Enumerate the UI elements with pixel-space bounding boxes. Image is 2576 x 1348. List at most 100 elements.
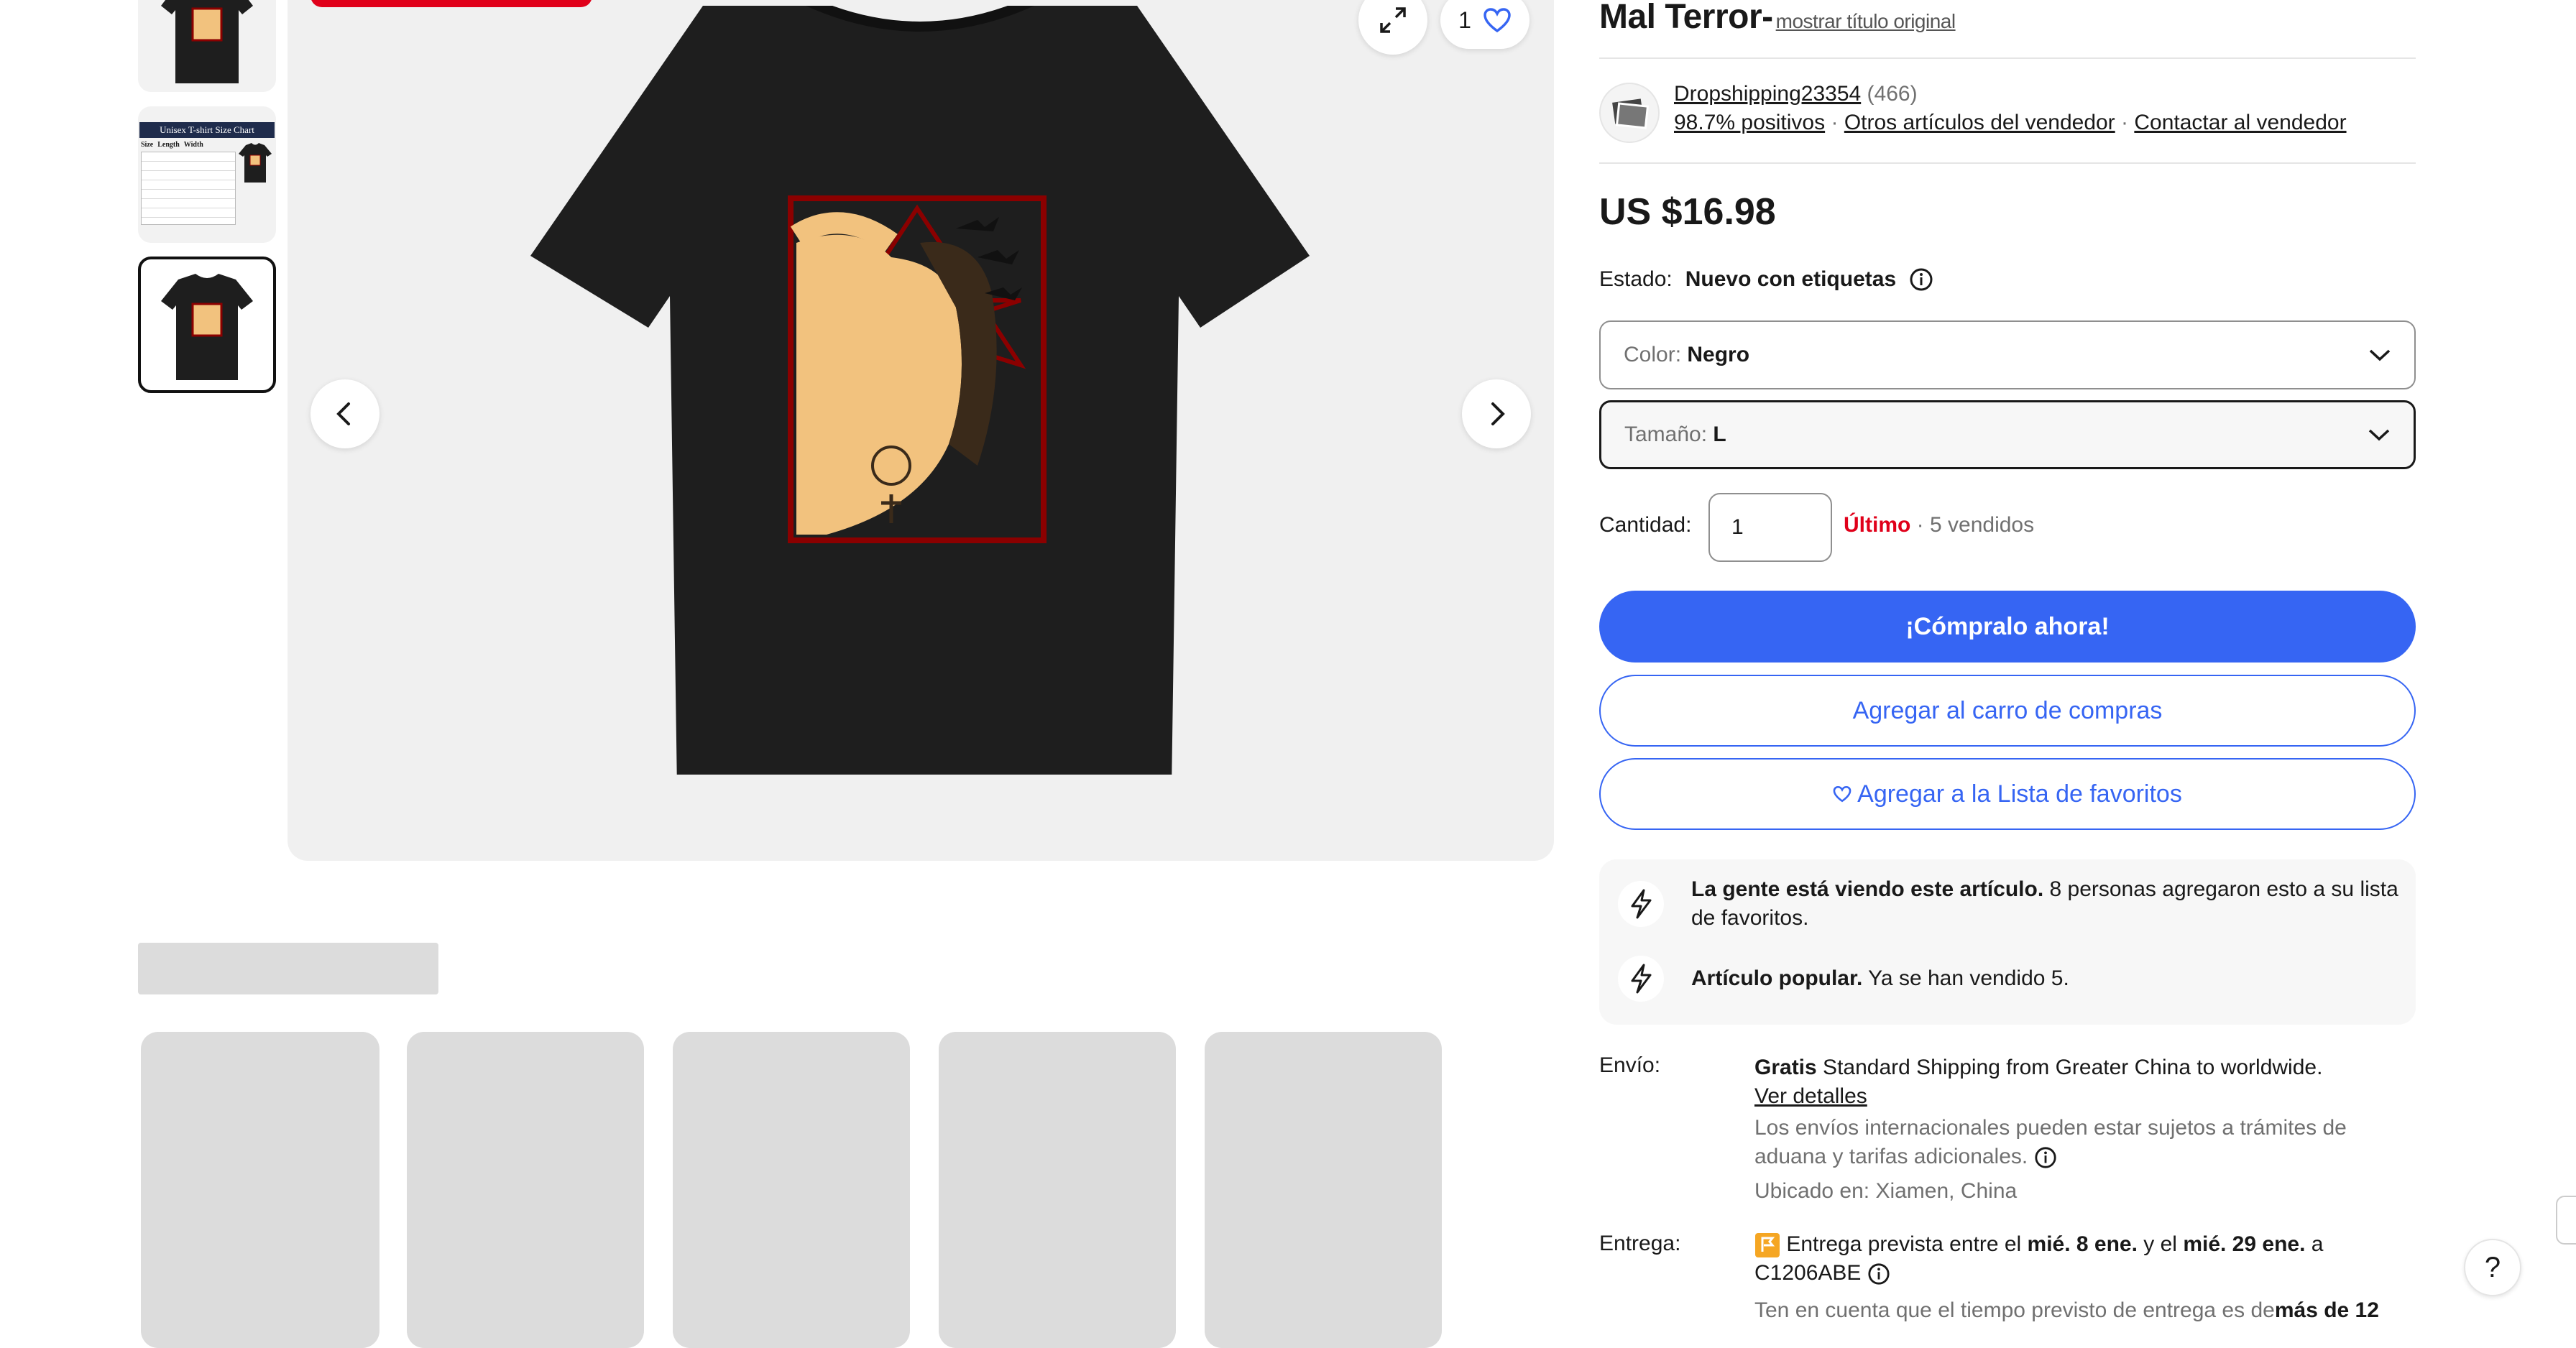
sold-count: · 5 vendidos (1916, 513, 2035, 537)
delivery-label: Entrega: (1599, 1232, 1681, 1255)
separator: · (2121, 111, 2129, 134)
condition-value: Nuevo con etiquetas (1685, 267, 1897, 291)
delivery-mid: y el (2137, 1232, 2184, 1256)
quantity-input[interactable]: 1 (1708, 493, 1832, 562)
add-to-cart-button[interactable]: Agregar al carro de compras (1599, 675, 2416, 747)
lightning-icon (1631, 964, 1652, 994)
divider (1599, 162, 2416, 164)
size-chart-col: Width (183, 141, 203, 149)
separator: · (1831, 111, 1839, 134)
shirt-thumbnail-image (161, 274, 253, 380)
delivery-date-start: mié. 8 ene. (2027, 1232, 2138, 1256)
item-title-text: Mal Terror- (1599, 0, 1773, 36)
size-select[interactable]: Tamaño: L (1599, 400, 2416, 469)
thumbnail-size-chart[interactable]: Unisex T-shirt Size Chart Size Length Wi… (138, 106, 276, 243)
seller-other-items-link[interactable]: Otros artículos del vendedor (1844, 111, 2115, 134)
card-skeleton (939, 1032, 1176, 1348)
seller-links-row: 98.7% positivos · Otros artículos del ve… (1674, 111, 2347, 135)
info-icon[interactable] (1909, 267, 1933, 292)
customs-note: Los envíos internacionales pueden estar … (1754, 1114, 2416, 1171)
shipping-service: Standard Shipping from Greater China to … (1816, 1056, 2323, 1079)
contact-seller-link[interactable]: Contactar al vendedor (2134, 111, 2346, 134)
size-chart-table: Size Length Width (141, 141, 236, 227)
delivery-details: Entrega prevista entre el mié. 8 ene. y … (1754, 1230, 2416, 1325)
delivery-postal-code: C1206ABE (1754, 1261, 1862, 1285)
item-price: US $16.98 (1599, 191, 1776, 233)
seller-positive-link[interactable]: 98.7% positivos (1674, 111, 1825, 134)
size-select-label: Tamaño: (1624, 423, 1708, 446)
seller-name-row: Dropshipping23354 (466) (1674, 82, 1918, 106)
chevron-down-icon (2368, 429, 2390, 441)
seller-photo-icon (1612, 98, 1650, 129)
delivery-line: Entrega prevista entre el mié. 8 ene. y … (1754, 1230, 2416, 1259)
seller-name-link[interactable]: Dropshipping23354 (1674, 82, 1861, 106)
quantity-value: 1 (1731, 515, 1744, 539)
size-select-value: L (1713, 423, 1726, 446)
watch-count: 1 (1458, 6, 1471, 33)
signal-icon-wrap (1618, 881, 1664, 927)
condition-row: Estado: Nuevo con etiquetas (1599, 267, 1933, 292)
delivery-date-end: mié. 29 ene. (2183, 1232, 2306, 1256)
thumbnail-shirt-front[interactable] (138, 0, 276, 92)
buy-now-button[interactable]: ¡Cómpralo ahora! (1599, 591, 2416, 663)
add-to-watchlist-label: Agregar a la Lista de favoritos (1857, 780, 2182, 808)
lightning-icon (1631, 889, 1652, 919)
shipping-label: Envío: (1599, 1053, 1661, 1077)
card-skeleton (673, 1032, 910, 1348)
delivery-note-bold: más de 12 (2274, 1298, 2379, 1322)
tshirt-image (530, 6, 1310, 775)
main-product-image[interactable]: 1 (288, 0, 1554, 861)
shipping-free: Gratis (1754, 1056, 1817, 1079)
gallery-prev-button[interactable] (310, 379, 380, 448)
delivery-pre: Entrega prevista entre el (1786, 1232, 2028, 1256)
chevron-left-icon (336, 402, 350, 425)
gallery-next-button[interactable] (1462, 379, 1531, 448)
signal-text: La gente está viendo este artículo. 8 pe… (1691, 875, 2403, 933)
delivery-postal-row: C1206ABE (1754, 1259, 2416, 1288)
shipping-line: Gratis Standard Shipping from Greater Ch… (1754, 1053, 2416, 1082)
quantity-label: Cantidad: (1599, 513, 1692, 537)
shipping-details: Gratis Standard Shipping from Greater Ch… (1754, 1053, 2416, 1206)
condition-label: Estado: (1599, 267, 1673, 291)
help-button[interactable]: ? (2464, 1239, 2521, 1296)
size-chart-col: Length (157, 141, 180, 149)
signal-bold: La gente está viendo este artículo. (1691, 877, 2044, 901)
signal-bold: Artículo popular. (1691, 966, 1863, 990)
size-chart-shirt-image (239, 143, 272, 183)
last-item-label: Último (1844, 513, 1911, 537)
shirt-thumbnail-image (161, 0, 253, 83)
expand-image-button[interactable] (1358, 0, 1427, 55)
signal-text: Artículo popular. Ya se han vendido 5. (1691, 964, 2403, 993)
size-chart-title: Unisex T-shirt Size Chart (139, 122, 275, 138)
info-icon[interactable] (1867, 1262, 1890, 1285)
chevron-right-icon (1491, 402, 1505, 425)
color-select-label: Color: (1624, 343, 1682, 366)
section-title-skeleton (138, 943, 438, 994)
promo-badge (310, 0, 592, 7)
thumbnail-shirt-front-selected[interactable] (138, 257, 276, 393)
card-skeleton (141, 1032, 380, 1348)
see-details-link[interactable]: Ver detalles (1754, 1084, 1867, 1108)
chevron-down-icon (2369, 349, 2391, 361)
urgency-signals: La gente está viendo este artículo. 8 pe… (1599, 859, 2416, 1025)
delivery-flag-icon (1755, 1233, 1780, 1258)
feedback-tab[interactable] (2556, 1196, 2576, 1245)
card-skeleton (1205, 1032, 1442, 1348)
size-chart-col: Size (141, 141, 154, 149)
show-original-title-link[interactable]: mostrar título original (1776, 10, 1956, 32)
delivery-note-text: Ten en cuenta que el tiempo previsto de … (1754, 1298, 2275, 1322)
item-title: Mal Terror-mostrar título original (1599, 0, 1956, 37)
color-select-value: Negro (1687, 343, 1750, 366)
info-icon[interactable] (2034, 1146, 2057, 1169)
signal-detail: Ya se han vendido 5. (1862, 966, 2069, 990)
shipping-details-link-row: Ver detalles (1754, 1082, 2416, 1111)
add-to-watchlist-button[interactable]: Agregar a la Lista de favoritos (1599, 758, 2416, 830)
heart-icon (1484, 8, 1511, 33)
availability-row: Último · 5 vendidos (1844, 513, 2034, 537)
watch-count-button[interactable]: 1 (1440, 0, 1530, 49)
delivery-note: Ten en cuenta que el tiempo previsto de … (1754, 1296, 2416, 1325)
color-select[interactable]: Color: Negro (1599, 320, 2416, 389)
seller-feedback-count: (466) (1867, 82, 1918, 106)
divider (1599, 57, 2416, 59)
seller-avatar[interactable] (1599, 83, 1660, 143)
